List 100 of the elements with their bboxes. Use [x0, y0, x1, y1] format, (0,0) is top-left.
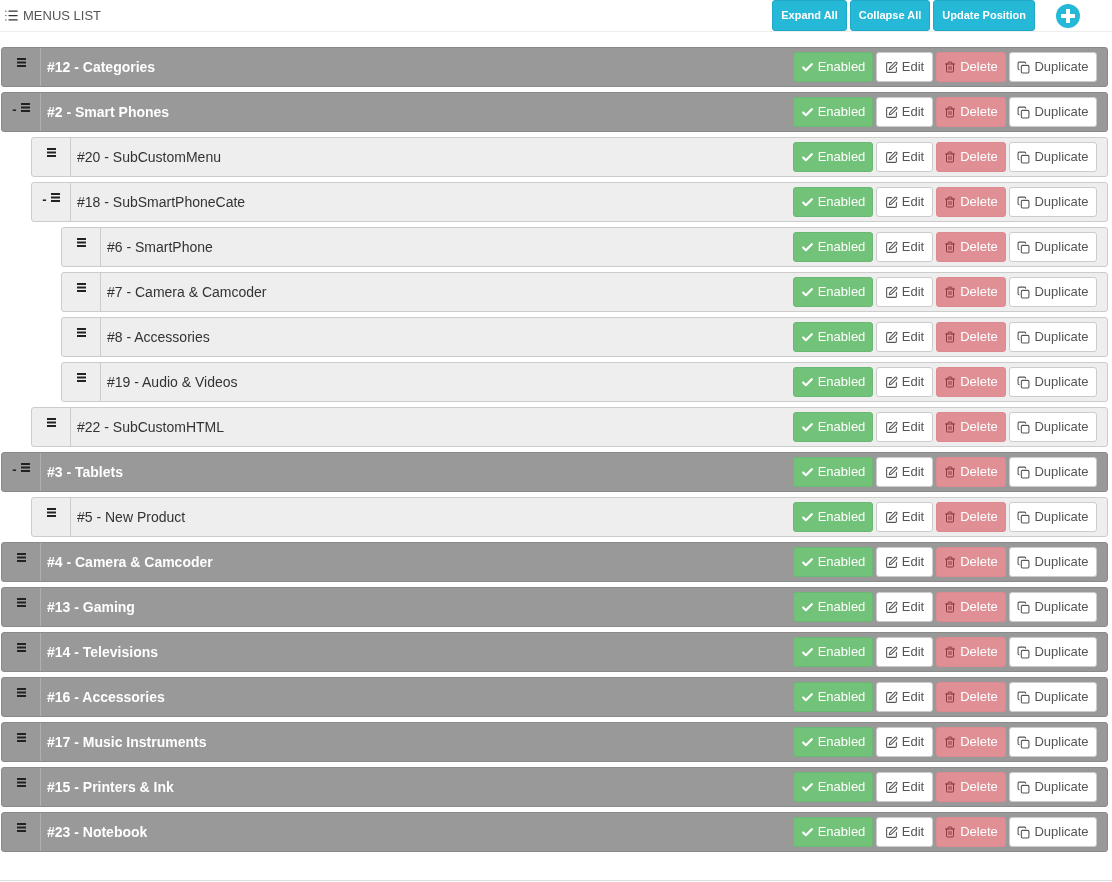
- trash-icon: [944, 556, 957, 568]
- duplicate-button[interactable]: Duplicate: [1009, 232, 1097, 262]
- menu-title: #20 - SubCustomMenu: [76, 147, 222, 167]
- drag-handle-icon[interactable]: [76, 328, 86, 337]
- trash-icon: [944, 151, 957, 163]
- trash-icon: [944, 466, 957, 478]
- edit-button[interactable]: Edit: [876, 322, 933, 352]
- drag-handle-icon[interactable]: [76, 373, 86, 382]
- copy-icon: [1017, 420, 1031, 434]
- duplicate-button[interactable]: Duplicate: [1009, 322, 1097, 352]
- edit-button[interactable]: Edit: [876, 52, 933, 82]
- drag-handle-icon[interactable]: [50, 193, 60, 202]
- edit-button[interactable]: Edit: [876, 502, 933, 532]
- duplicate-button[interactable]: Duplicate: [1009, 637, 1097, 667]
- duplicate-button[interactable]: Duplicate: [1009, 682, 1097, 712]
- drag-handle-icon[interactable]: [16, 553, 26, 562]
- drag-handle-icon[interactable]: [16, 733, 26, 742]
- check-icon: [800, 735, 814, 749]
- edit-button[interactable]: Edit: [876, 367, 933, 397]
- menu-row[interactable]: #14 - Televisions Enabled Edit Delete Duplicate: [1, 632, 1108, 672]
- menu-row[interactable]: #20 - SubCustomMenu Enabled Edit Delete Duplicate: [31, 137, 1108, 177]
- duplicate-button[interactable]: Duplicate: [1009, 412, 1097, 442]
- duplicate-button[interactable]: Duplicate: [1009, 502, 1097, 532]
- edit-button[interactable]: Edit: [876, 817, 933, 847]
- drag-handle-icon[interactable]: [16, 688, 26, 697]
- copy-icon: [1017, 465, 1031, 479]
- edit-button[interactable]: Edit: [876, 142, 933, 172]
- edit-button[interactable]: Edit: [876, 457, 933, 487]
- edit-button[interactable]: Edit: [876, 547, 933, 577]
- menu-title: #7 - Camera & Camcoder: [106, 282, 268, 302]
- menu-row[interactable]: #23 - Notebook Enabled Edit Delete Duplicate: [1, 812, 1108, 852]
- edit-button[interactable]: Edit: [876, 277, 933, 307]
- duplicate-button[interactable]: Duplicate: [1009, 97, 1097, 127]
- drag-handle-icon[interactable]: [16, 598, 26, 607]
- duplicate-button[interactable]: Duplicate: [1009, 817, 1097, 847]
- menu-row[interactable]: - #2 - Smart Phones Enabled Edit Delete Duplicate: [1, 92, 1108, 132]
- menu-row[interactable]: - #3 - Tablets Enabled Edit Delete Duplicate: [1, 452, 1108, 492]
- edit-icon: [884, 555, 898, 569]
- edit-button[interactable]: Edit: [876, 682, 933, 712]
- drag-handle-icon[interactable]: [16, 58, 26, 67]
- duplicate-button[interactable]: Duplicate: [1009, 727, 1097, 757]
- edit-icon: [884, 375, 898, 389]
- drag-handle-icon[interactable]: [46, 418, 56, 427]
- duplicate-button[interactable]: Duplicate: [1009, 142, 1097, 172]
- check-icon: [800, 465, 814, 479]
- menu-row[interactable]: #8 - Accessories Enabled Edit Delete Duplicate: [61, 317, 1108, 357]
- edit-button[interactable]: Edit: [876, 592, 933, 622]
- menu-title: #19 - Audio & Videos: [106, 372, 239, 392]
- duplicate-button[interactable]: Duplicate: [1009, 277, 1097, 307]
- menu-row[interactable]: #6 - SmartPhone Enabled Edit Delete Duplicate: [61, 227, 1108, 267]
- menu-row[interactable]: #19 - Audio & Videos Enabled Edit Delete Duplicate: [61, 362, 1108, 402]
- menu-title: #5 - New Product: [76, 507, 187, 527]
- duplicate-button[interactable]: Duplicate: [1009, 187, 1097, 217]
- duplicate-button[interactable]: Duplicate: [1009, 547, 1097, 577]
- edit-icon: [884, 825, 898, 839]
- edit-button[interactable]: Edit: [876, 232, 933, 262]
- menu-row[interactable]: #12 - Categories Enabled Edit Delete Duplicate: [1, 47, 1108, 87]
- edit-button[interactable]: Edit: [876, 97, 933, 127]
- edit-button[interactable]: Edit: [876, 637, 933, 667]
- copy-icon: [1017, 825, 1031, 839]
- menu-row[interactable]: #17 - Music Instruments Enabled Edit Delete Duplicate: [1, 722, 1108, 762]
- drag-handle[interactable]: -: [2, 93, 41, 131]
- menu-row[interactable]: #4 - Camera & Camcoder Enabled Edit Delete Duplicate: [1, 542, 1108, 582]
- drag-handle-icon[interactable]: [20, 463, 30, 472]
- drag-handle-icon[interactable]: [76, 238, 86, 247]
- menu-row[interactable]: - #18 - SubSmartPhoneCate Enabled Edit Delete Duplicate: [31, 182, 1108, 222]
- edit-button[interactable]: Edit: [876, 187, 933, 217]
- duplicate-button[interactable]: Duplicate: [1009, 457, 1097, 487]
- collapse-toggle[interactable]: -: [42, 193, 47, 206]
- duplicate-button[interactable]: Duplicate: [1009, 772, 1097, 802]
- drag-handle-icon[interactable]: [16, 643, 26, 652]
- drag-handle-icon[interactable]: [46, 148, 56, 157]
- edit-button[interactable]: Edit: [876, 412, 933, 442]
- drag-handle-icon[interactable]: [76, 283, 86, 292]
- duplicate-button[interactable]: Duplicate: [1009, 52, 1097, 82]
- drag-handle[interactable]: -: [32, 183, 71, 221]
- duplicate-button[interactable]: Duplicate: [1009, 592, 1097, 622]
- duplicate-button[interactable]: Duplicate: [1009, 367, 1097, 397]
- drag-handle-icon[interactable]: [46, 508, 56, 517]
- collapse-toggle[interactable]: -: [12, 103, 17, 116]
- drag-handle-icon[interactable]: [16, 778, 26, 787]
- collapse-toggle[interactable]: -: [12, 463, 17, 476]
- drag-handle[interactable]: -: [2, 453, 41, 491]
- trash-icon: [944, 601, 957, 613]
- copy-icon: [1017, 105, 1031, 119]
- menu-row[interactable]: #22 - SubCustomHTML Enabled Edit Delete Duplicate: [31, 407, 1108, 447]
- edit-button[interactable]: Edit: [876, 772, 933, 802]
- drag-handle-icon[interactable]: [16, 823, 26, 832]
- menu-row[interactable]: #16 - Accessories Enabled Edit Delete Duplicate: [1, 677, 1108, 717]
- menu-row[interactable]: #5 - New Product Enabled Edit Delete Duplicate: [31, 497, 1108, 537]
- check-icon: [800, 375, 814, 389]
- menu-row[interactable]: #15 - Printers & Ink Enabled Edit Delete Duplicate: [1, 767, 1108, 807]
- copy-icon: [1017, 780, 1031, 794]
- edit-button[interactable]: Edit: [876, 727, 933, 757]
- trash-icon: [944, 106, 957, 118]
- copy-icon: [1017, 510, 1031, 524]
- check-icon: [800, 690, 814, 704]
- drag-handle-icon[interactable]: [20, 103, 30, 112]
- menu-row[interactable]: #7 - Camera & Camcoder Enabled Edit Delete Duplicate: [61, 272, 1108, 312]
- menu-row[interactable]: #13 - Gaming Enabled Edit Delete Duplicate: [1, 587, 1108, 627]
